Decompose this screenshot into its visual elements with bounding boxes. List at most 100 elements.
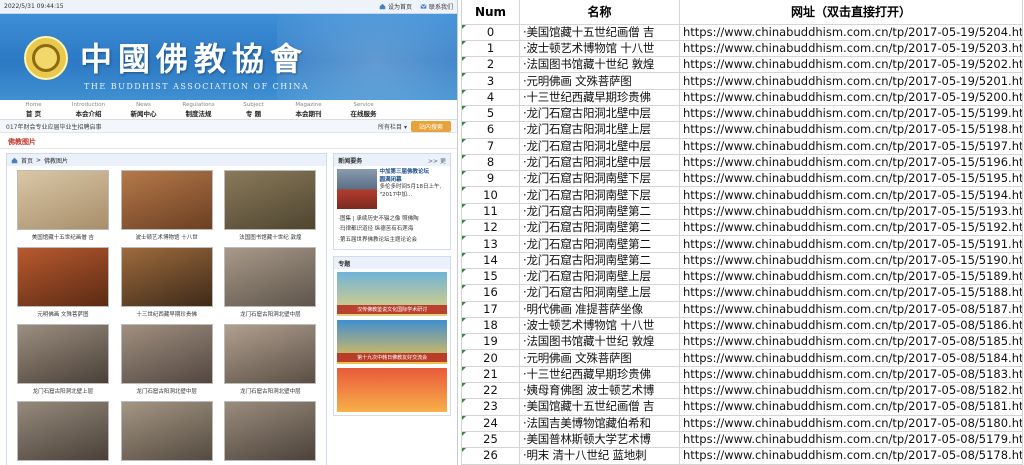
cell-num[interactable]: 3	[461, 72, 520, 90]
site-search-button[interactable]: 站内搜索	[410, 120, 451, 132]
thumbnail-item[interactable]: 元明佛画 文殊菩萨图	[13, 247, 113, 318]
thumbnail-image[interactable]	[120, 247, 213, 307]
cell-name[interactable]: ·十三世纪西藏早期珍贵佛	[519, 88, 680, 106]
news-list-item[interactable]: ·第五届世界佛教论坛主题论论会	[338, 235, 446, 245]
thumbnail-image[interactable]	[120, 324, 213, 384]
cell-num[interactable]: 25	[461, 430, 520, 449]
contact-link[interactable]: 联系我们	[420, 2, 453, 11]
cell-url[interactable]: https://www.chinabuddhism.com.cn/tp/2017…	[679, 267, 1023, 286]
cell-name[interactable]: ·法国图书馆藏十世纪 敦煌	[519, 56, 680, 74]
cell-url[interactable]: https://www.chinabuddhism.com.cn/tp/2017…	[679, 202, 1023, 221]
cell-name[interactable]: ·龙门石窟古阳洞南壁下层	[519, 170, 680, 188]
cell-url[interactable]: https://www.chinabuddhism.com.cn/tp/2017…	[679, 235, 1023, 253]
thumbnail-item[interactable]: 龙门石窟古阳洞北壁中层	[117, 324, 217, 395]
news-list-item[interactable]: ·图集 | 承续历史不辍之像 照佛陶	[338, 214, 446, 224]
topic-banner[interactable]: 汉传佛教鉴说文化国际学术研讨	[337, 272, 447, 317]
cell-name[interactable]: ·明代佛画 准提菩萨坐像	[519, 300, 680, 318]
cell-num[interactable]: 23	[461, 398, 520, 416]
cell-num[interactable]: 21	[461, 365, 520, 384]
cell-url[interactable]: https://www.chinabuddhism.com.cn/tp/2017…	[679, 333, 1023, 351]
cell-num[interactable]: 13	[461, 235, 520, 253]
thumbnail-item[interactable]: 龙门石窟古阳洞北壁中层	[221, 247, 321, 318]
cell-url[interactable]: https://www.chinabuddhism.com.cn/tp/2017…	[679, 300, 1023, 318]
cell-num[interactable]: 9	[461, 170, 520, 188]
cell-name[interactable]: ·美国馆藏十五世纪画僧 吉	[519, 398, 680, 416]
nav-item-3[interactable]: Regulations 制度法规	[171, 100, 226, 119]
cell-name[interactable]: ·龙门石窟古阳洞北壁中层	[519, 137, 680, 155]
cell-name[interactable]: ·法国吉美博物馆藏伯希和	[519, 414, 680, 432]
thumbnail-image[interactable]	[120, 401, 213, 461]
cell-name[interactable]: ·元明佛画 文殊菩萨图	[519, 72, 680, 90]
topic-banner[interactable]: 第十九次中韩日佛教友好交流会	[337, 320, 447, 365]
cell-url[interactable]: https://www.chinabuddhism.com.cn/tp/2017…	[679, 398, 1023, 416]
nav-item-6[interactable]: Service 在线服务	[336, 100, 391, 119]
cell-num[interactable]: 20	[461, 349, 520, 367]
cell-num[interactable]: 7	[461, 137, 520, 155]
thumbnail-caption[interactable]: 十三世纪西藏早期珍贵佛	[136, 310, 197, 318]
cell-url[interactable]: https://www.chinabuddhism.com.cn/tp/2017…	[679, 23, 1023, 41]
breadcrumb-home[interactable]: 首页	[21, 156, 33, 165]
cell-num[interactable]: 11	[461, 202, 520, 221]
thumbnail-image[interactable]	[16, 170, 109, 230]
cell-name[interactable]: ·龙门石窟古阳洞南壁第二	[519, 202, 680, 221]
thumbnail-item[interactable]	[117, 401, 217, 464]
cell-url[interactable]: https://www.chinabuddhism.com.cn/tp/2017…	[679, 284, 1023, 302]
cell-name[interactable]: ·龙门石窟古阳洞南壁第二	[519, 251, 680, 269]
cell-url[interactable]: https://www.chinabuddhism.com.cn/tp/2017…	[679, 251, 1023, 269]
cell-name[interactable]: ·龙门石窟古阳洞南壁上层	[519, 267, 680, 286]
cell-num[interactable]: 6	[461, 121, 520, 139]
thumbnail-caption[interactable]: 法国图书馆藏十世纪 敦煌	[239, 233, 301, 241]
nav-item-5[interactable]: Magazine 本会期刊	[281, 100, 336, 119]
cell-url[interactable]: https://www.chinabuddhism.com.cn/tp/2017…	[679, 72, 1023, 90]
cell-name[interactable]: ·龙门石窟古阳洞南壁第二	[519, 219, 680, 237]
thumbnail-caption[interactable]: 波士顿艺术博物馆 十八世	[136, 233, 198, 241]
thumbnail-item[interactable]: 美国馆藏十五世纪画僧 吉	[13, 170, 113, 241]
cell-num[interactable]: 10	[461, 186, 520, 204]
cell-num[interactable]: 26	[461, 447, 520, 465]
cell-num[interactable]: 17	[461, 300, 520, 318]
cell-name[interactable]: ·美国普林斯顿大学艺术博	[519, 430, 680, 449]
header-name[interactable]: 名称	[519, 0, 680, 25]
cell-name[interactable]: ·龙门石窟古阳洞北壁上层	[519, 121, 680, 139]
cell-name[interactable]: ·姨母育佛图 波士顿艺术博	[519, 382, 680, 400]
notice-text[interactable]: 017年财会专业应届毕业生招聘启事	[6, 122, 101, 131]
thumbnail-image[interactable]	[16, 247, 109, 307]
cell-num[interactable]: 0	[461, 23, 520, 41]
cell-name[interactable]: ·美国馆藏十五世纪画僧 吉	[519, 23, 680, 41]
thumbnail-item[interactable]	[221, 401, 321, 464]
thumbnail-image[interactable]	[16, 401, 109, 461]
cell-url[interactable]: https://www.chinabuddhism.com.cn/tp/2017…	[679, 447, 1023, 465]
thumbnail-item[interactable]: 龙门石窟古阳洞北壁上层	[13, 324, 113, 395]
thumbnail-item[interactable]: 龙门石窟古阳洞北壁中层	[221, 324, 321, 395]
cell-name[interactable]: ·元明佛画 文殊菩萨图	[519, 349, 680, 367]
thumbnail-caption[interactable]: 龙门石窟古阳洞北壁中层	[240, 387, 301, 395]
cell-num[interactable]: 18	[461, 316, 520, 335]
cell-name[interactable]: ·龙门石窟古阳洞南壁上层	[519, 284, 680, 302]
cell-name[interactable]: ·龙门石窟古阳洞北壁中层	[519, 153, 680, 172]
cell-url[interactable]: https://www.chinabuddhism.com.cn/tp/2017…	[679, 56, 1023, 74]
news-list-item[interactable]: ·玛律都识道径 纵德苦有石莲海	[338, 224, 446, 234]
thumbnail-image[interactable]	[16, 324, 109, 384]
thumbnail-item[interactable]: 十三世纪西藏早期珍贵佛	[117, 247, 217, 318]
nav-item-0[interactable]: Home 首 页	[6, 100, 61, 119]
cell-url[interactable]: https://www.chinabuddhism.com.cn/tp/2017…	[679, 104, 1023, 123]
cell-name[interactable]: ·波士顿艺术博物馆 十八世	[519, 316, 680, 335]
cell-url[interactable]: https://www.chinabuddhism.com.cn/tp/2017…	[679, 137, 1023, 155]
nav-item-4[interactable]: Subject 专 题	[226, 100, 281, 119]
news-headline[interactable]: 中加第三届佛教论坛	[380, 169, 430, 175]
cell-name[interactable]: ·波士顿艺术博物馆 十八世	[519, 39, 680, 58]
cell-num[interactable]: 12	[461, 219, 520, 237]
cell-num[interactable]: 14	[461, 251, 520, 269]
breadcrumb-current[interactable]: 佛教图片	[44, 156, 68, 165]
set-homepage-link[interactable]: 设为首页	[379, 2, 412, 11]
cell-url[interactable]: https://www.chinabuddhism.com.cn/tp/2017…	[679, 219, 1023, 237]
topic-banner[interactable]	[337, 368, 447, 413]
thumbnail-item[interactable]	[13, 401, 113, 464]
thumbnail-item[interactable]: 法国图书馆藏十世纪 敦煌	[221, 170, 321, 241]
cell-name[interactable]: ·十三世纪西藏早期珍贵佛	[519, 365, 680, 384]
cell-num[interactable]: 15	[461, 267, 520, 286]
cell-num[interactable]: 8	[461, 153, 520, 172]
cell-num[interactable]: 22	[461, 382, 520, 400]
cell-url[interactable]: https://www.chinabuddhism.com.cn/tp/2017…	[679, 316, 1023, 335]
thumbnail-image[interactable]	[224, 401, 317, 461]
